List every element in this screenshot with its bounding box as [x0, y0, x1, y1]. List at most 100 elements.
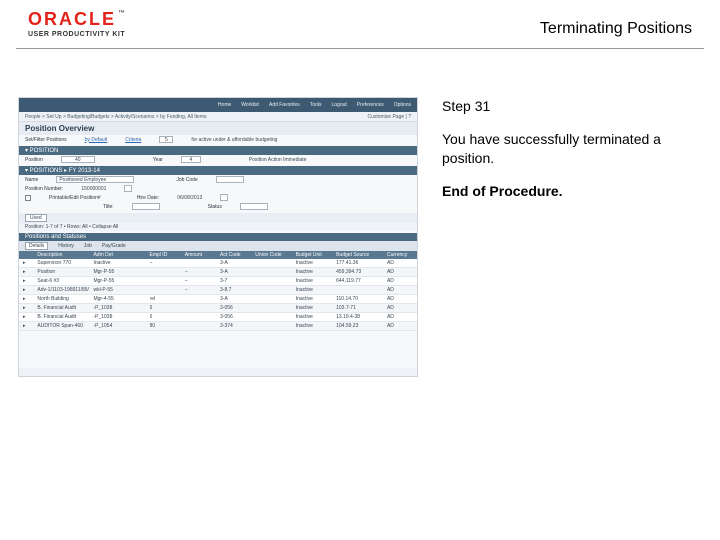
- table-cell: 3-A: [220, 269, 251, 275]
- expand-icon[interactable]: ▸: [23, 260, 33, 266]
- cal-icon[interactable]: [220, 194, 228, 201]
- tab-row: Used: [19, 213, 417, 223]
- table-cell: 13.19.4-38: [336, 314, 383, 320]
- table-row[interactable]: ▸AUDITOR Span-460-P_1054803-374Inactive1…: [19, 322, 417, 331]
- table-cell: Inactive: [296, 323, 332, 329]
- expand-icon[interactable]: ▸: [23, 305, 33, 311]
- nav-item[interactable]: Logout: [332, 102, 347, 108]
- filter-default-link[interactable]: by Default: [85, 137, 108, 143]
- grid-tab[interactable]: Job: [84, 243, 92, 249]
- table-cell: –: [185, 269, 216, 275]
- table-cell: –: [185, 287, 216, 293]
- grid-tab[interactable]: Details: [25, 242, 48, 250]
- table-row[interactable]: ▸PositionMgr-P-55–3-AInactive459,394.73A…: [19, 268, 417, 277]
- fy-section-header[interactable]: ▾ POSITIONS ▸ FY 2013-14: [19, 166, 417, 175]
- action-label: Position Action Immediate: [249, 157, 307, 163]
- name-label: Name: [25, 177, 38, 183]
- table-cell: AD: [387, 314, 413, 320]
- grid-section-header: Positions and Statuses: [19, 233, 417, 241]
- grid-col[interactable]: Currency: [387, 252, 413, 258]
- year-input[interactable]: 4: [181, 156, 201, 163]
- table-row[interactable]: ▸Adv-1/1103-198911/85/7wkl-P-55–3-8.7Ina…: [19, 286, 417, 295]
- table-row[interactable]: ▸Supervisor 770Inactive–3-AInactive177.4…: [19, 259, 417, 268]
- title-input[interactable]: [132, 203, 160, 210]
- table-cell: Mgr-4-55: [93, 296, 145, 302]
- expand-icon[interactable]: ▸: [23, 314, 33, 320]
- expand-icon[interactable]: ▸: [23, 269, 33, 275]
- nav-item[interactable]: Options: [394, 102, 411, 108]
- grid-col[interactable]: Act Code: [220, 252, 251, 258]
- grid-col[interactable]: Amount: [185, 252, 216, 258]
- grid-col-expand: [23, 252, 33, 258]
- table-cell: 3-374: [220, 323, 251, 329]
- grid-col[interactable]: Budget Unit: [296, 252, 332, 258]
- table-cell: 80: [150, 323, 181, 329]
- content-row: Home Worklist Add Favorites Tools Logout…: [0, 49, 720, 377]
- section-header[interactable]: ▾ POSITION: [19, 146, 417, 155]
- grid-tab[interactable]: Pay/Grade: [102, 243, 126, 249]
- table-cell: 177.41.36: [336, 260, 383, 266]
- breadcrumb[interactable]: People > Set Up > Budgeting/Budgets > Ac…: [25, 114, 207, 120]
- table-cell: 6: [150, 305, 181, 311]
- posnum-label: Position Number:: [25, 186, 63, 192]
- hiredate-value: 06/08/2013: [177, 195, 202, 201]
- nav-item[interactable]: Home: [218, 102, 231, 108]
- table-row[interactable]: ▸North BuildingMgr-4-55rel3-AInactive110…: [19, 295, 417, 304]
- breadcrumb-right[interactable]: Customize Page | ?: [367, 114, 411, 120]
- table-cell: 3-A: [220, 260, 251, 266]
- position-input[interactable]: 40: [61, 156, 95, 163]
- table-cell: 644,119.77: [336, 278, 383, 284]
- filter-note: for active under & affordable budgeting: [191, 137, 277, 143]
- status-input[interactable]: [240, 203, 268, 210]
- table-cell: 459,394.73: [336, 269, 383, 275]
- table-cell: Inactive: [296, 305, 332, 311]
- breadcrumb-bar: People > Set Up > Budgeting/Budgets > Ac…: [19, 112, 417, 122]
- used-tab[interactable]: Used: [25, 214, 47, 222]
- table-row[interactable]: ▸B. Financial Audit-P_103863-056Inactive…: [19, 304, 417, 313]
- table-cell: Inactive: [296, 287, 332, 293]
- jobcode-label: Job Code: [176, 177, 197, 183]
- table-cell: 3-056: [220, 314, 251, 320]
- status-label: Status: [208, 204, 222, 210]
- grid-col[interactable]: Description: [37, 252, 89, 258]
- table-row[interactable]: ▸Seat-6 #3Mgr-P-55–3-7Inactive644,119.77…: [19, 277, 417, 286]
- table-cell: AD: [387, 269, 413, 275]
- instruction-panel: Step 31 You have successfully terminated…: [442, 97, 704, 377]
- table-cell: Inactive: [296, 296, 332, 302]
- filter-value-input[interactable]: 5: [159, 136, 173, 143]
- expand-icon[interactable]: ▸: [23, 323, 33, 329]
- pager-row: Position: 1-7 of 7 • Rows: All • Collaps…: [19, 223, 417, 231]
- posnum-icon[interactable]: [124, 185, 132, 192]
- nav-item[interactable]: Worklist: [241, 102, 259, 108]
- expand-icon[interactable]: ▸: [23, 296, 33, 302]
- form-row: Position 40 Year 4 Position Action Immed…: [19, 155, 417, 164]
- nav-item[interactable]: Tools: [310, 102, 322, 108]
- table-cell: AD: [387, 260, 413, 266]
- table-cell: –: [150, 260, 181, 266]
- filter-criteria-link[interactable]: Criteria: [125, 137, 141, 143]
- grid-col[interactable]: Adm Det: [93, 252, 145, 258]
- grid-col[interactable]: Union Code: [255, 252, 291, 258]
- nav-item[interactable]: Preferences: [357, 102, 384, 108]
- table-cell: Mgr-P-55: [93, 278, 145, 284]
- table-cell: AD: [387, 296, 413, 302]
- grid-col[interactable]: Empl ID: [150, 252, 181, 258]
- expand-icon[interactable]: ▸: [23, 287, 33, 293]
- jobcode-input[interactable]: [216, 176, 244, 183]
- expand-icon[interactable]: ▸: [23, 278, 33, 284]
- filter-row: Set/Filter Positions by Default Criteria…: [19, 135, 417, 144]
- table-cell: B. Financial Audit: [37, 305, 89, 311]
- oracle-logo: ORACLE™ USER PRODUCTIVITY KIT: [28, 10, 127, 38]
- table-cell: B. Financial Audit: [37, 314, 89, 320]
- table-cell: 103.7-71: [336, 305, 383, 311]
- grid-col[interactable]: Budget Source: [336, 252, 383, 258]
- table-cell: -P_1038: [93, 305, 145, 311]
- table-cell: AD: [387, 323, 413, 329]
- table-row[interactable]: ▸B. Financial Audit-P_103863-056Inactive…: [19, 313, 417, 322]
- nav-item[interactable]: Add Favorites: [269, 102, 300, 108]
- name-select[interactable]: Positioned Employee: [56, 176, 134, 183]
- printable-checkbox[interactable]: [25, 195, 31, 201]
- app-footer: [19, 368, 417, 376]
- table-cell: Supervisor 770: [37, 260, 89, 266]
- grid-tab[interactable]: History: [58, 243, 74, 249]
